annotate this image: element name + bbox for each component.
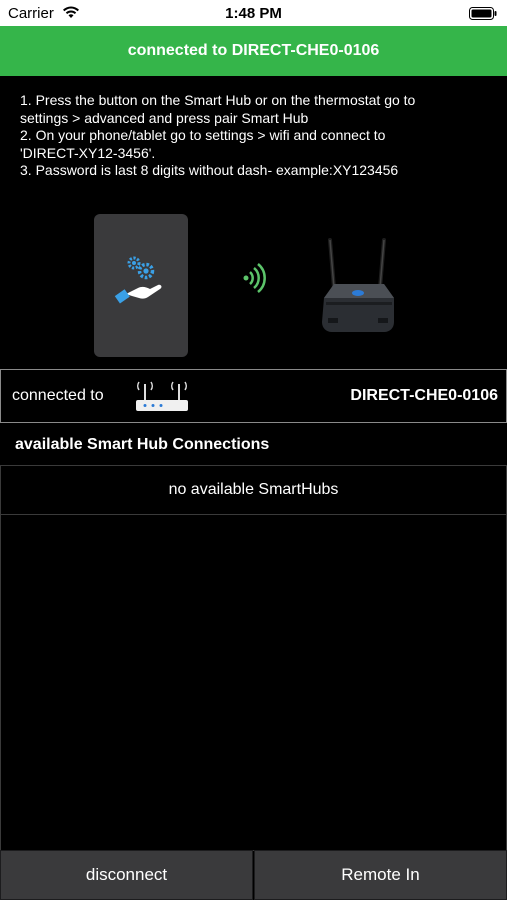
- phone-card: [94, 214, 188, 357]
- instruction-line: settings > advanced and press pair Smart…: [20, 109, 309, 126]
- smarthub-list[interactable]: no available SmartHubs: [0, 465, 507, 851]
- router-small-icon: [133, 376, 191, 421]
- section-title: available Smart Hub Connections: [15, 436, 270, 453]
- bottom-toolbar: disconnect Remote In: [0, 850, 507, 900]
- wifi-signal-icon: [242, 262, 266, 299]
- instruction-line: 1. Press the button on the Smart Hub or …: [20, 92, 416, 108]
- connected-row: connected to DIRECT-CHE0-0106: [0, 369, 507, 423]
- hand-gears-icon: [114, 256, 162, 304]
- clock-time: 1:48 PM: [225, 5, 282, 22]
- instructions-text: 1. Press the button on the Smart Hub or …: [20, 92, 490, 180]
- empty-list-message: no available SmartHubs: [1, 466, 506, 515]
- disconnect-button[interactable]: disconnect: [0, 850, 253, 900]
- battery-icon: [469, 7, 497, 25]
- instruction-line: 3. Password is last 8 digits without das…: [20, 162, 399, 178]
- instruction-line: 'DIRECT-XY12-3456'.: [20, 144, 156, 161]
- remote-in-button[interactable]: Remote In: [254, 850, 507, 900]
- router-icon: [318, 236, 398, 341]
- connected-ssid: DIRECT-CHE0-0106: [350, 387, 498, 404]
- banner-text: connected to DIRECT-CHE0-0106: [127, 42, 380, 59]
- instruction-line: 2. On your phone/tablet go to settings >…: [20, 127, 386, 143]
- connected-label: connected to: [12, 387, 104, 404]
- connection-banner: connected to DIRECT-CHE0-0106: [0, 26, 507, 76]
- status-bar: Carrier 1:48 PM: [0, 0, 507, 26]
